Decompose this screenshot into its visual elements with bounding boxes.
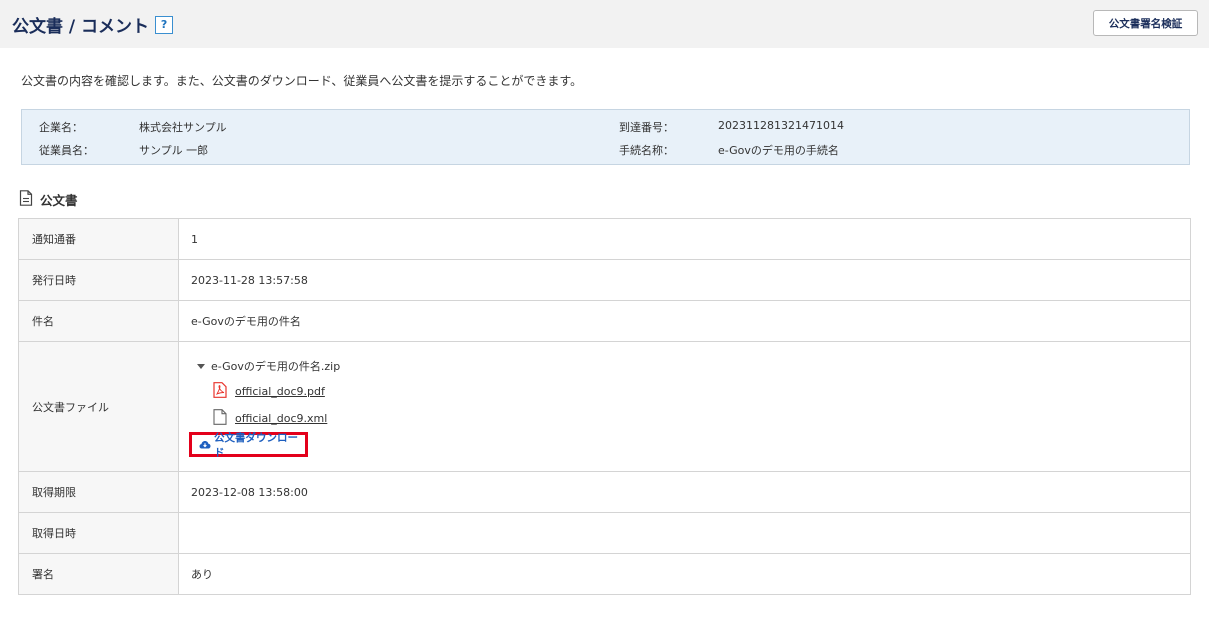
notice-no-value: 1 [178, 218, 1191, 260]
subject-value: e-Govのデモ用の件名 [178, 300, 1191, 342]
notice-no-label: 通知通番 [18, 218, 179, 260]
deadline-value: 2023-12-08 13:58:00 [178, 471, 1191, 513]
download-label: 公文書ダウンロード [214, 431, 298, 459]
deadline-label: 取得期限 [18, 471, 179, 513]
pdf-file-icon [213, 382, 227, 401]
table-row: 取得日時 [18, 512, 1191, 554]
download-highlight-box: 公文書ダウンロード [189, 430, 308, 460]
table-row: 通知通番 1 [18, 218, 1191, 260]
verify-signature-button[interactable]: 公文書署名検証 [1093, 10, 1198, 36]
info-box: 企業名： 株式会社サンプル 従業員名： サンプル 一郎 到達番号： 202311… [21, 109, 1190, 165]
table-row: 公文書ファイル e-Govのデモ用の件名.zip official_doc9.p… [18, 341, 1191, 472]
page-title-wrap: 公文書 / コメント ? [12, 12, 174, 37]
acquired-value [178, 512, 1191, 554]
section-title: 公文書 [40, 193, 78, 208]
issued-label: 発行日時 [18, 259, 179, 301]
page-title: 公文書 / コメント [12, 17, 150, 37]
table-row: 取得期限 2023-12-08 13:58:00 [18, 471, 1191, 513]
procedure-value: e-Govのデモ用の手続名 [718, 144, 839, 157]
page-description: 公文書の内容を確認します。また、公文書のダウンロード、従業員へ公文書を提示するこ… [21, 74, 583, 88]
company-value: 株式会社サンプル [139, 121, 227, 134]
table-row: 署名 あり [18, 553, 1191, 595]
table-row: 発行日時 2023-11-28 13:57:58 [18, 259, 1191, 301]
files-cell: e-Govのデモ用の件名.zip official_doc9.pdf offic… [178, 341, 1191, 472]
company-label: 企業名： [39, 121, 83, 134]
zip-folder-toggle[interactable]: e-Govのデモ用の件名.zip [197, 358, 340, 374]
arrival-number-value: 202311281321471014 [718, 119, 844, 132]
file-item: official_doc9.pdf [213, 382, 325, 401]
subject-label: 件名 [18, 300, 179, 342]
cloud-download-icon [199, 440, 211, 449]
arrival-number-label: 到達番号： [619, 121, 674, 134]
caret-down-icon [197, 363, 205, 369]
help-icon[interactable]: ? [155, 15, 174, 34]
pdf-file-link[interactable]: official_doc9.pdf [235, 385, 325, 398]
file-item: official_doc9.xml [213, 409, 327, 428]
acquired-label: 取得日時 [18, 512, 179, 554]
employee-value: サンプル 一郎 [139, 144, 209, 157]
signature-value: あり [178, 553, 1191, 595]
table-row: 件名 e-Govのデモ用の件名 [18, 300, 1191, 342]
procedure-label: 手続名称： [619, 144, 674, 157]
xml-file-link[interactable]: official_doc9.xml [235, 412, 327, 425]
download-button[interactable]: 公文書ダウンロード [199, 430, 305, 460]
signature-label: 署名 [18, 553, 179, 595]
issued-value: 2023-11-28 13:57:58 [178, 259, 1191, 301]
section-header: 公文書 [19, 190, 78, 209]
files-label: 公文書ファイル [18, 341, 179, 472]
page-header: 公文書 / コメント ? 公文書署名検証 [0, 0, 1209, 48]
zip-name: e-Govのデモ用の件名.zip [211, 360, 341, 373]
document-icon [19, 190, 33, 209]
document-detail-table: 通知通番 1 発行日時 2023-11-28 13:57:58 件名 e-Gov… [18, 218, 1191, 595]
employee-label: 従業員名： [39, 144, 94, 157]
file-icon [213, 409, 227, 428]
